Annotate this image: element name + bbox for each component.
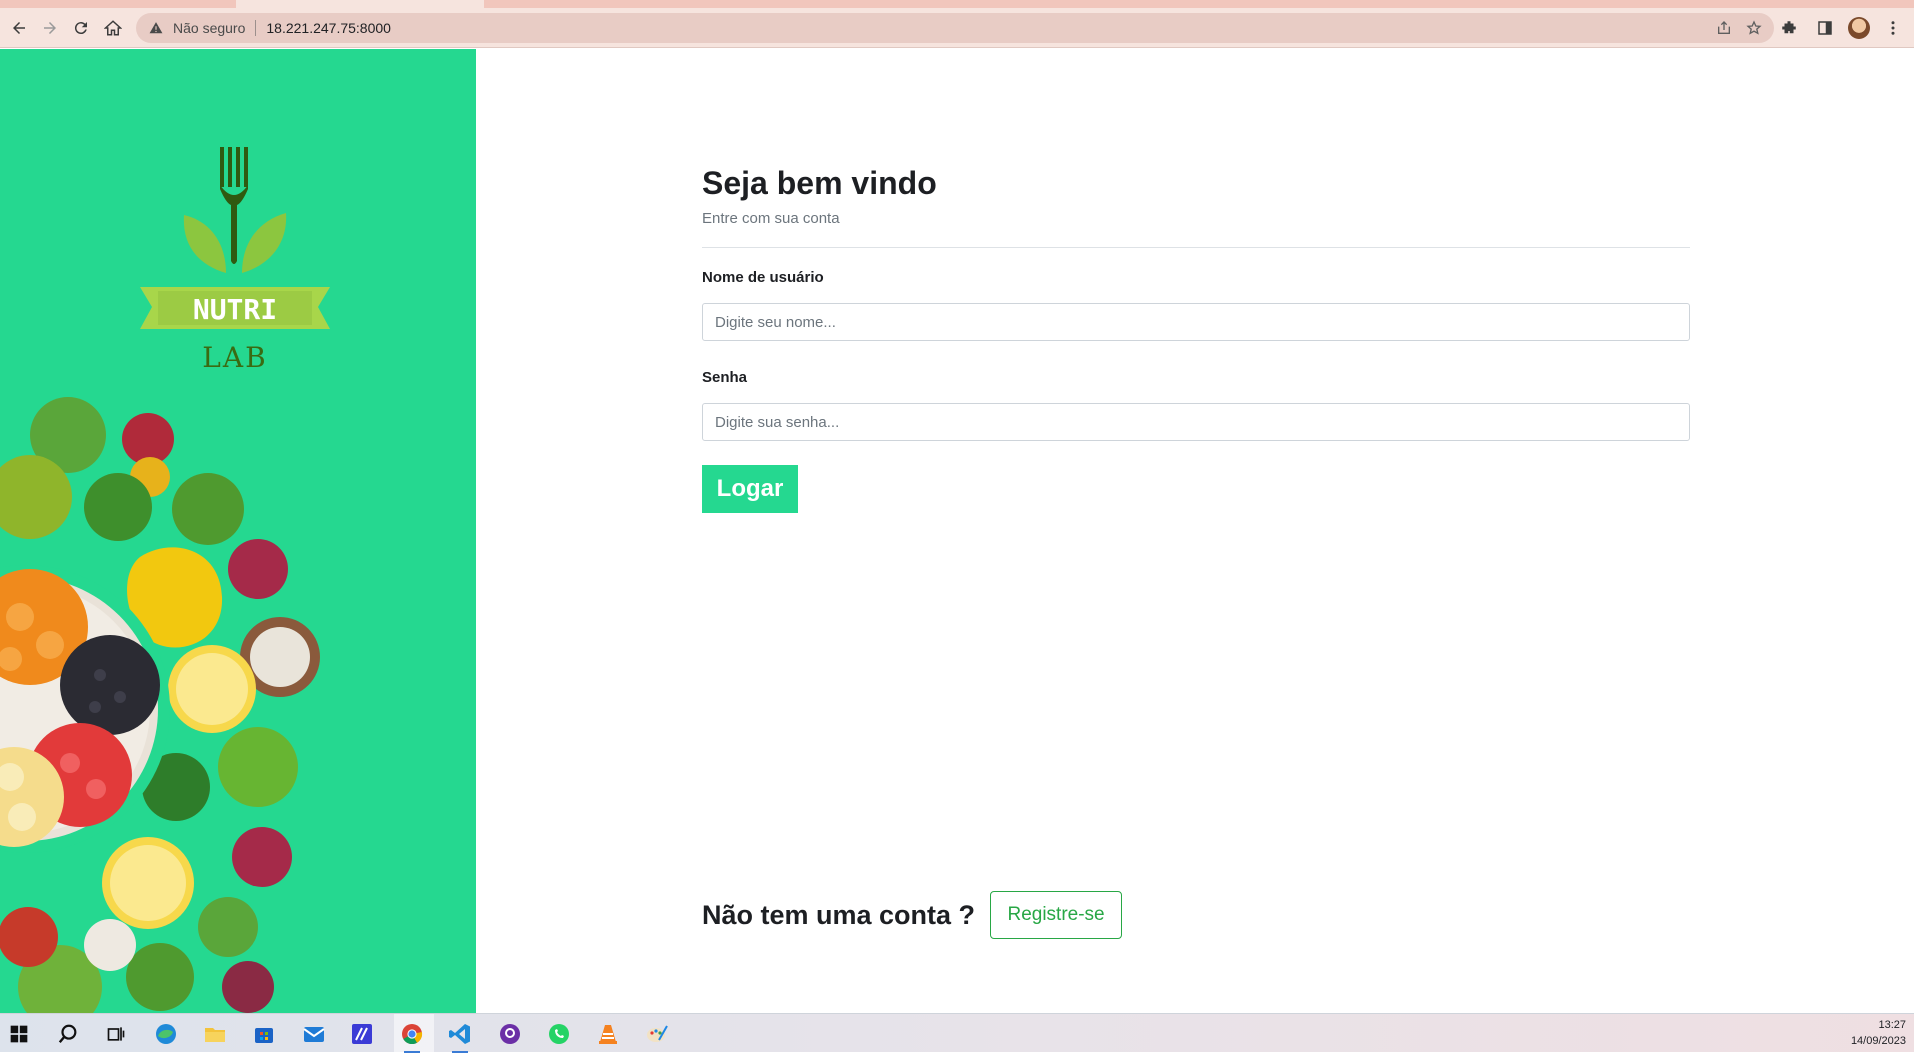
tab-strip xyxy=(0,0,1914,8)
register-question: Não tem uma conta ? xyxy=(702,899,976,930)
extensions-icon[interactable] xyxy=(1776,15,1802,41)
password-label: Senha xyxy=(702,369,748,386)
omnibox-separator xyxy=(255,20,257,36)
share-icon[interactable] xyxy=(1716,20,1732,39)
register-button[interactable]: Registre-se xyxy=(990,891,1123,939)
nutrilab-logo: NUTRI LAB xyxy=(140,147,330,374)
active-tab[interactable] xyxy=(236,0,484,8)
login-button[interactable]: Logar xyxy=(702,465,798,513)
app-icon[interactable] xyxy=(348,1020,376,1048)
vlc-icon[interactable] xyxy=(594,1020,622,1048)
whatsapp-icon[interactable] xyxy=(545,1020,573,1048)
side-panel-icon[interactable] xyxy=(1812,15,1838,41)
login-form: Seja bem vindo Entre com sua conta Nome … xyxy=(702,163,1690,513)
username-label: Nome de usuário xyxy=(702,269,824,286)
logo-lab-text: LAB xyxy=(202,341,267,374)
security-label[interactable]: Não seguro xyxy=(173,20,245,36)
menu-icon[interactable] xyxy=(1880,15,1906,41)
windows-taskbar: 13:27 14/09/2023 xyxy=(0,1013,1914,1053)
chrome-icon[interactable] xyxy=(398,1020,426,1053)
warning-icon[interactable] xyxy=(149,20,165,36)
address-bar[interactable]: Não seguro 18.221.247.75:8000 xyxy=(136,13,1774,43)
store-icon[interactable] xyxy=(250,1020,278,1048)
register-row: Não tem uma conta ? Registre-se xyxy=(702,891,1123,939)
url-text[interactable]: 18.221.247.75:8000 xyxy=(266,20,391,36)
divider xyxy=(702,247,1690,248)
github-icon[interactable] xyxy=(496,1020,524,1048)
brand-panel: NUTRI LAB xyxy=(0,49,476,1013)
forward-icon[interactable] xyxy=(37,15,63,41)
clock-date: 14/09/2023 xyxy=(1850,1035,1906,1047)
file-explorer-icon[interactable] xyxy=(201,1020,229,1048)
password-input[interactable] xyxy=(702,403,1690,441)
username-input[interactable] xyxy=(702,303,1690,341)
page: NUTRI LAB Seja bem vindo Entre com sua c… xyxy=(0,49,1914,1013)
windows-start-icon[interactable] xyxy=(5,1020,33,1048)
fruits-vegetables-illustration xyxy=(0,397,320,1013)
mail-icon[interactable] xyxy=(300,1020,328,1048)
task-view-icon[interactable] xyxy=(102,1020,130,1048)
page-title: Seja bem vindo xyxy=(702,165,937,201)
clock-time: 13:27 xyxy=(1878,1019,1906,1031)
system-clock[interactable]: 13:27 14/09/2023 xyxy=(1851,1017,1906,1049)
star-icon[interactable] xyxy=(1746,20,1762,39)
profile-avatar[interactable] xyxy=(1848,17,1870,39)
page-subtitle: Entre com sua conta xyxy=(702,210,840,227)
browser-toolbar: Não seguro 18.221.247.75:8000 xyxy=(0,8,1914,48)
vscode-icon[interactable] xyxy=(446,1020,474,1053)
paint-icon[interactable] xyxy=(643,1020,671,1048)
edge-icon[interactable] xyxy=(152,1020,180,1048)
login-panel: Seja bem vindo Entre com sua conta Nome … xyxy=(476,49,1914,1013)
search-icon[interactable] xyxy=(54,1020,82,1048)
home-icon[interactable] xyxy=(100,15,126,41)
back-icon[interactable] xyxy=(6,15,32,41)
reload-icon[interactable] xyxy=(68,15,94,41)
logo-nutri-text: NUTRI xyxy=(193,293,277,326)
